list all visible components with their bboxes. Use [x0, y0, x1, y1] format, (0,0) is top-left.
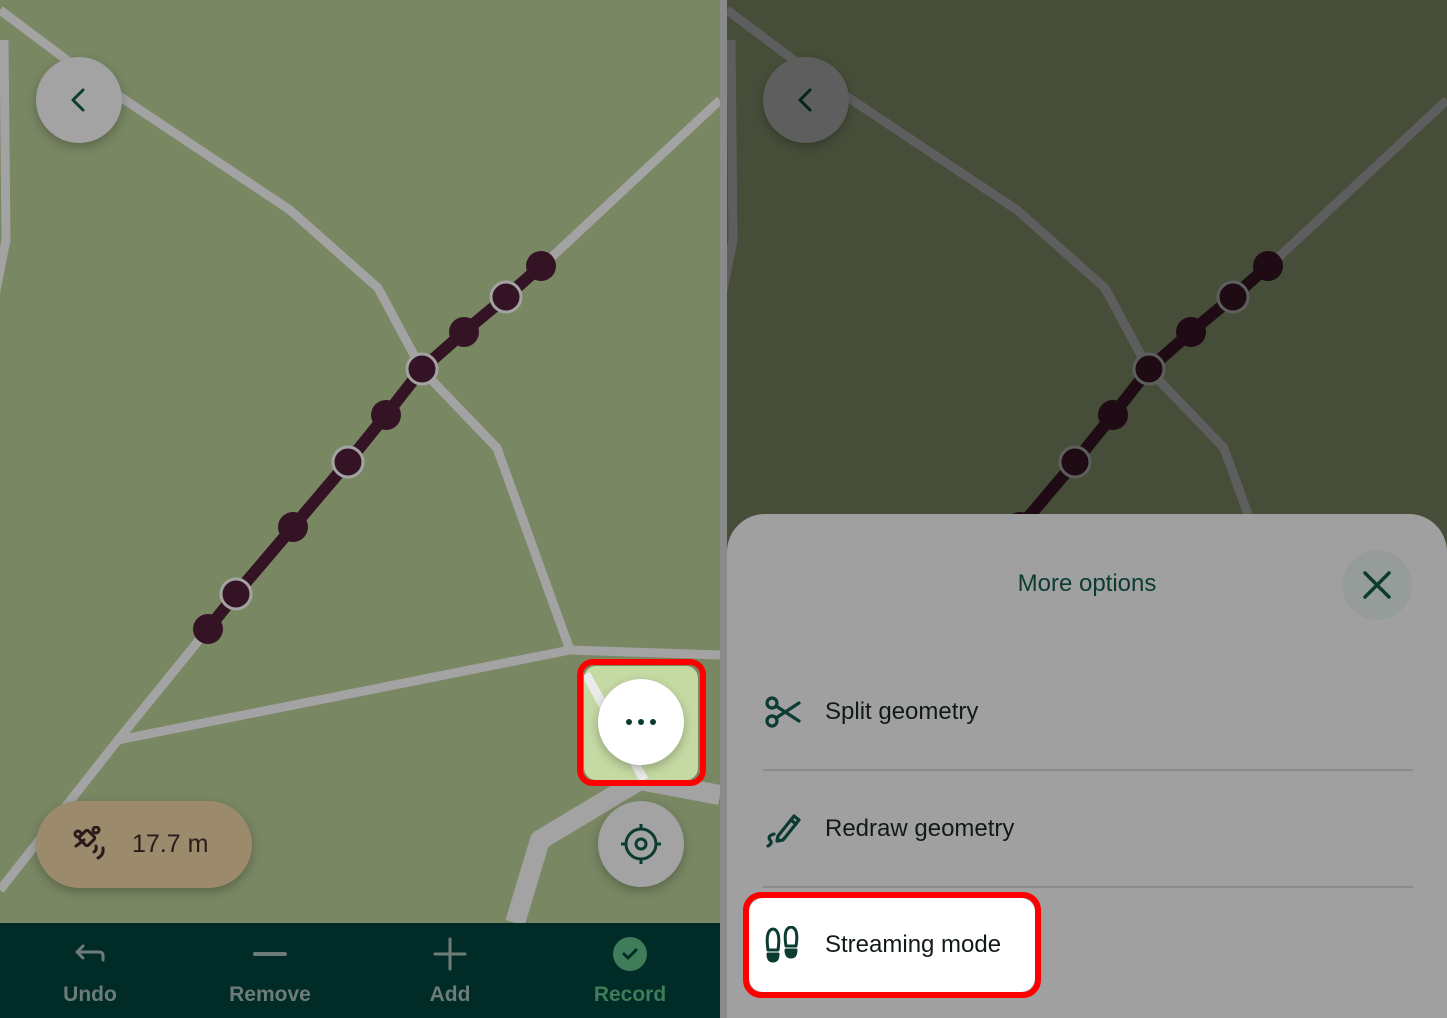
close-button[interactable]: [1342, 550, 1412, 620]
track-vertex[interactable]: [371, 400, 401, 430]
pencil-draw-icon: [763, 809, 803, 849]
minus-icon: [253, 952, 287, 956]
plus-icon: [433, 937, 467, 971]
option-split-geometry[interactable]: Split geometry: [763, 662, 1413, 762]
more-options-sheet: More options Split geometry Redraw geome…: [727, 514, 1447, 1018]
road: [569, 645, 720, 660]
add-label: Add: [429, 983, 471, 1006]
gps-accuracy-pill[interactable]: 17.7 m: [36, 801, 252, 888]
track-vertex[interactable]: [193, 614, 223, 644]
panel-divider: [720, 0, 727, 1018]
midpoint-vertex[interactable]: [219, 577, 253, 611]
divider: [763, 886, 1413, 888]
locate-me-button[interactable]: [598, 801, 684, 887]
record-label: Record: [593, 983, 667, 1006]
undo-button[interactable]: Undo: [0, 923, 180, 1018]
sheet-title: More options: [1017, 570, 1157, 597]
road: [0, 39, 11, 293]
satellite-icon: [73, 825, 105, 859]
bottom-toolbar: Undo Remove Add Record: [0, 923, 720, 1018]
undo-arrow-icon: [75, 944, 105, 962]
add-button[interactable]: Add: [360, 923, 540, 1018]
remove-label: Remove: [229, 983, 311, 1006]
road: [536, 96, 720, 272]
crosshair-target-icon: [621, 824, 661, 864]
undo-label: Undo: [63, 983, 117, 1006]
scissors-icon: [763, 692, 803, 732]
record-button[interactable]: Record: [540, 923, 720, 1018]
highlight-annotation: [577, 659, 706, 786]
track-vertex[interactable]: [526, 251, 556, 281]
option-label: Redraw geometry: [825, 815, 1015, 842]
option-label: Split geometry: [825, 698, 979, 725]
check-circle-icon: [613, 937, 647, 971]
track-vertex[interactable]: [449, 317, 479, 347]
midpoint-vertex[interactable]: [489, 280, 523, 314]
gps-accuracy-value: 17.7 m: [132, 830, 209, 858]
map-editor-screen: 17.7 m Undo Remove Add Record: [0, 0, 720, 1018]
midpoint-vertex[interactable]: [405, 352, 439, 386]
option-redraw-geometry[interactable]: Redraw geometry: [763, 779, 1413, 879]
track-vertex[interactable]: [278, 512, 308, 542]
remove-button[interactable]: Remove: [180, 923, 360, 1018]
chevron-left-icon: [71, 88, 85, 112]
close-icon: [1363, 571, 1391, 599]
more-options-screen: More options Split geometry Redraw geome…: [727, 0, 1447, 1018]
highlight-annotation: [743, 892, 1041, 998]
midpoint-vertex[interactable]: [331, 445, 365, 479]
divider: [763, 769, 1413, 771]
back-button[interactable]: [36, 57, 122, 143]
